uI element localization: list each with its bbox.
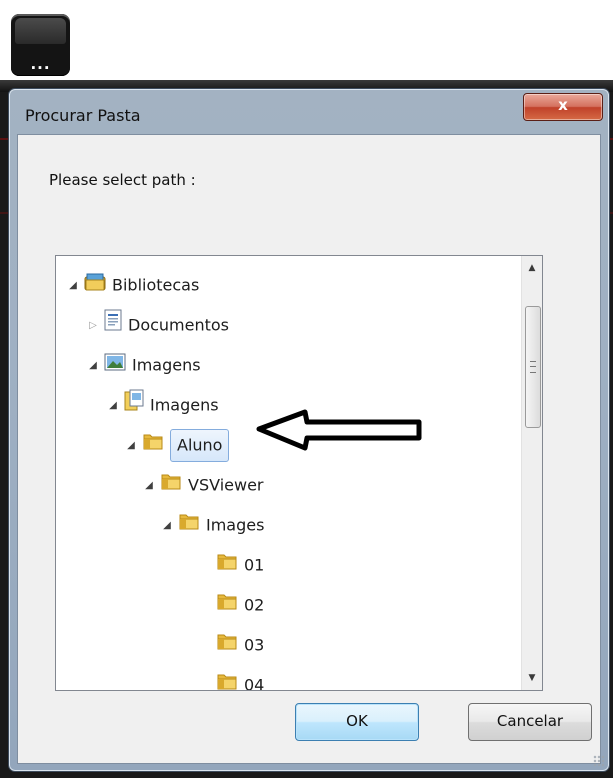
tree-item-label: Imagens <box>132 355 201 375</box>
tree-item-images[interactable]: ◢ Images <box>160 508 264 542</box>
scroll-grip-icon <box>530 361 536 373</box>
tree-item-label-wrap: 04 <box>244 675 264 691</box>
tree-item-label: Documentos <box>128 315 230 335</box>
tree-item-label: 04 <box>244 675 265 691</box>
tree-item-01[interactable]: 01 <box>198 548 264 582</box>
tree-item-label-wrap: Documentos <box>128 315 230 335</box>
folder-icon <box>216 629 238 663</box>
scroll-thumb[interactable] <box>525 306 541 428</box>
tree-item-label: Images <box>206 515 265 535</box>
tree-item-label-wrap: Images <box>206 515 265 535</box>
button-shine <box>15 18 66 44</box>
annotation-arrow-icon <box>256 409 422 451</box>
tree-item-label: 02 <box>244 595 265 615</box>
tree-item-label-wrap: 02 <box>244 595 265 615</box>
expand-triangle-icon[interactable]: ◢ <box>66 269 80 303</box>
tree-item-label-wrap: Imagens <box>132 355 201 375</box>
close-icon: x <box>558 96 568 114</box>
folder-icon <box>178 509 200 543</box>
tree-item-aluno[interactable]: ◢ Aluno <box>124 428 230 463</box>
folder-icon <box>216 589 238 623</box>
dialog-titlebar[interactable]: Procurar Pasta x <box>9 89 609 135</box>
browse-ellipsis-button[interactable]: ... <box>11 14 70 76</box>
documents-library-icon <box>104 309 122 343</box>
tree-item-label-wrap: 03 <box>244 635 265 655</box>
tree-item-label: Aluno <box>177 435 223 455</box>
ellipsis-label: ... <box>30 55 51 73</box>
tree-item-imagens[interactable]: ◢ Imagens <box>106 388 219 422</box>
expand-triangle-icon[interactable]: ◢ <box>142 469 156 503</box>
tree-item-label: 03 <box>244 635 265 655</box>
expand-triangle-icon[interactable]: ◢ <box>124 429 138 463</box>
tree-item-label-wrap: Aluno <box>170 429 230 462</box>
tree-item-vsviewer[interactable]: ◢ VSViewer <box>142 468 264 502</box>
cancel-button[interactable]: Cancelar <box>468 703 592 741</box>
folder-icon <box>216 549 238 583</box>
tree-item-03[interactable]: 03 <box>198 628 264 662</box>
tree-item-02[interactable]: 02 <box>198 588 264 622</box>
tree-item-label: Bibliotecas <box>112 275 200 295</box>
expand-triangle-icon[interactable]: ◢ <box>86 349 100 383</box>
scroll-down-arrow-icon[interactable]: ▼ <box>522 668 542 688</box>
libraries-icon <box>84 269 106 303</box>
folder-icon <box>142 429 164 463</box>
tree-item-label-wrap: VSViewer <box>188 475 264 495</box>
pictures-folder-icon <box>124 389 144 423</box>
folder-icon <box>160 469 182 503</box>
resize-grip-icon[interactable] <box>593 755 605 767</box>
close-button[interactable]: x <box>523 93 603 121</box>
tree-item-label: 01 <box>244 555 265 575</box>
tree-item-label: VSViewer <box>188 475 264 495</box>
tree-item-04[interactable]: 04 <box>198 668 264 691</box>
ok-button[interactable]: OK <box>295 703 419 741</box>
tree-scrollbar[interactable]: ▲ ▼ <box>521 256 542 690</box>
tree-item-documentos[interactable]: ▷ Documentos <box>86 308 229 342</box>
tree-item-imagens[interactable]: ◢ Imagens <box>86 348 201 382</box>
expand-triangle-icon[interactable]: ◢ <box>160 509 174 543</box>
pictures-library-icon <box>104 349 126 383</box>
tree-item-bibliotecas[interactable]: ◢ Bibliotecas <box>66 268 199 302</box>
dialog-title: Procurar Pasta <box>25 106 141 125</box>
select-path-prompt: Please select path : <box>49 171 196 189</box>
folder-icon <box>216 669 238 691</box>
tree-item-label: Imagens <box>150 395 219 415</box>
collapse-triangle-icon[interactable]: ▷ <box>86 309 100 343</box>
folder-tree[interactable]: ◢ Bibliotecas ▷ Documentos ◢ Imagens ◢ Imagens ◢… <box>55 255 543 691</box>
tree-item-label-wrap: Imagens <box>150 395 219 415</box>
tree-item-label-wrap: 01 <box>244 555 265 575</box>
tree-item-label-wrap: Bibliotecas <box>112 275 200 295</box>
scroll-up-arrow-icon[interactable]: ▲ <box>522 258 542 278</box>
expand-triangle-icon[interactable]: ◢ <box>106 389 120 423</box>
